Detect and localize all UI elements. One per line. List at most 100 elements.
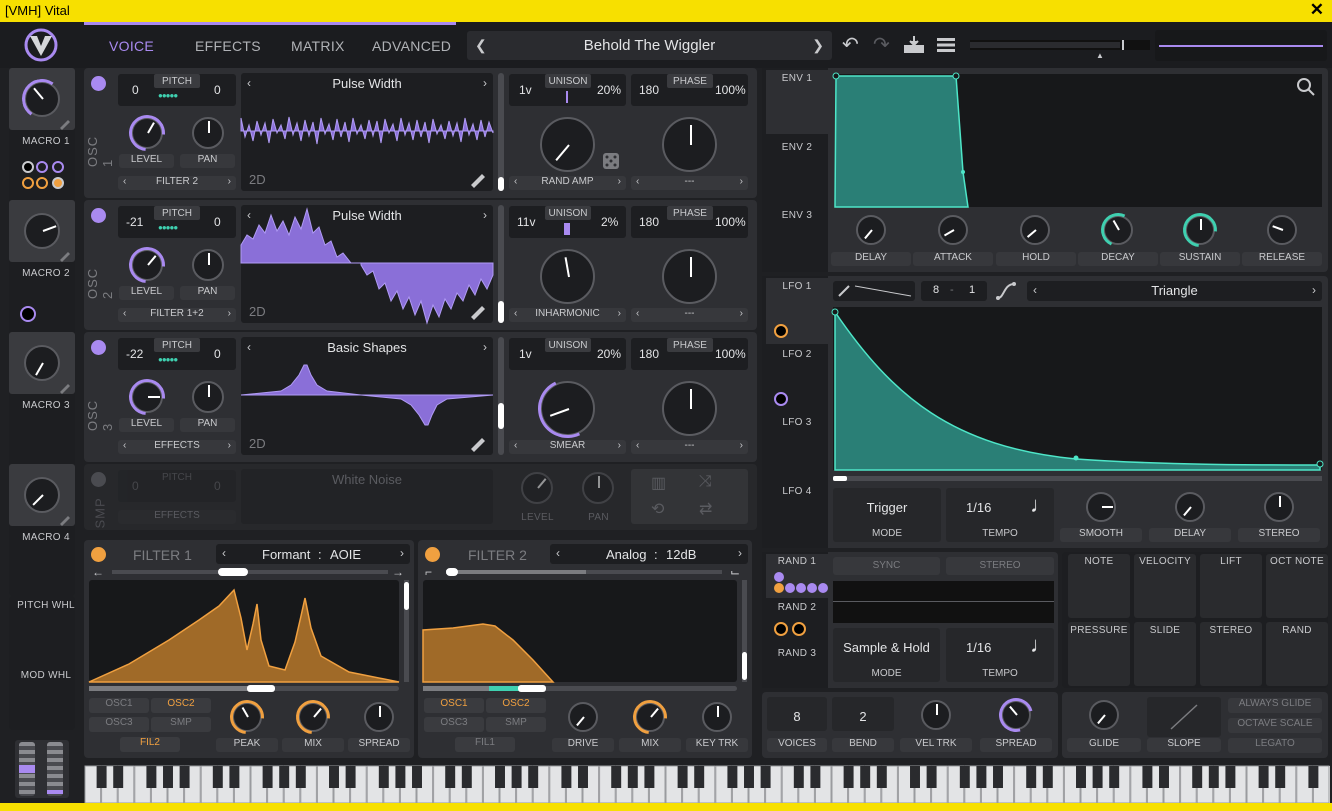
save-icon[interactable] (904, 36, 924, 54)
osc-1-warp-select[interactable]: ‹ RAND AMP › (509, 176, 626, 190)
black-key[interactable] (528, 766, 539, 788)
lfo-delay-knob[interactable] (1175, 492, 1205, 522)
legato-toggle[interactable]: LEGATO (1228, 738, 1322, 753)
env-2-tab[interactable]: ENV 2 (766, 142, 828, 153)
black-key[interactable] (627, 766, 638, 788)
lfo-grid-y[interactable]: 1 (969, 284, 975, 296)
black-key[interactable] (511, 766, 522, 788)
env-release-knob[interactable] (1267, 215, 1297, 245)
black-key[interactable] (146, 766, 157, 788)
lfo-4-tab[interactable]: LFO 4 (766, 486, 828, 497)
osc-2-pitch[interactable]: -21 PITCH ●●●●● 0 (118, 206, 236, 238)
bounce-icon[interactable]: ⇄ (699, 499, 712, 519)
osc-1-phase[interactable]: 180 PHASE 100% (631, 74, 748, 106)
osc-3-slider[interactable] (498, 337, 504, 455)
filter-1-src-osc1[interactable]: OSC1 (89, 698, 149, 713)
vel-trk-knob[interactable] (921, 700, 951, 730)
filter-2-keytrk-knob[interactable] (702, 702, 732, 732)
black-key[interactable] (727, 766, 738, 788)
osc-1-unison[interactable]: 1v UNISON 20% (509, 74, 626, 106)
macro-3-knob[interactable] (24, 345, 60, 381)
preset-browser[interactable]: ❮ Behold The Wiggler ❯ (467, 31, 832, 60)
lfo-grid-x[interactable]: 8 (933, 284, 939, 296)
macro-2-label[interactable]: MACRO 2 (9, 268, 83, 279)
black-key[interactable] (96, 766, 107, 788)
filter-1-cutoff[interactable] (89, 685, 399, 692)
black-key[interactable] (378, 766, 389, 788)
filter-1-spread-knob[interactable] (364, 702, 394, 732)
filter-1-blend[interactable] (112, 568, 388, 576)
osc-3-transpose[interactable]: -22 (126, 347, 143, 361)
filter-1-type[interactable]: ‹ Formant : AOIE › (216, 544, 410, 564)
glide-knob[interactable] (1089, 700, 1119, 730)
filter-2-response[interactable] (422, 580, 737, 683)
slope-display[interactable] (1147, 697, 1221, 737)
lfo-mode[interactable]: Trigger MODE (833, 488, 941, 542)
volume-marker-icon[interactable]: ▲ (1096, 51, 1104, 60)
lfo-phase-bar[interactable] (833, 476, 1322, 481)
sampler-enable[interactable] (91, 472, 106, 487)
tab-advanced[interactable]: ADVANCED (372, 38, 451, 54)
black-key[interactable] (810, 766, 821, 788)
black-key[interactable] (760, 766, 771, 788)
osc-1-pitch[interactable]: 0 PITCH ●●●●● 0 (118, 74, 236, 106)
octave-scale-toggle[interactable]: OCTAVE SCALE (1228, 718, 1322, 733)
black-key[interactable] (1192, 766, 1203, 788)
black-key[interactable] (578, 766, 588, 788)
black-key[interactable] (395, 766, 406, 788)
mod-slide[interactable]: SLIDE (1134, 622, 1196, 686)
rand-tempo[interactable]: 1/16 ♩ TEMPO (946, 628, 1054, 682)
rand-1-tab[interactable]: RAND 1 (766, 554, 828, 598)
black-key[interactable] (976, 766, 987, 788)
rand-2-tab[interactable]: RAND 2 (766, 602, 828, 613)
osc-3-enable[interactable] (91, 340, 106, 355)
lfo-paint-select[interactable] (833, 281, 915, 301)
osc-1-transpose[interactable]: 0 (132, 83, 139, 97)
sampler-destination[interactable]: EFFECTS (118, 510, 236, 524)
black-key[interactable] (744, 766, 754, 788)
osc-1-wavetable[interactable]: ‹ Pulse Width › 2D (240, 73, 494, 191)
black-key[interactable] (793, 766, 804, 788)
osc-2-phase[interactable]: 180 PHASE 100% (631, 206, 748, 238)
osc-1-warp2-select[interactable]: ‹ --- › (631, 176, 748, 190)
osc-3-phase[interactable]: 180 PHASE 100% (631, 338, 748, 370)
osc-3-pan-knob[interactable] (192, 381, 224, 413)
osc-3-unison-detune[interactable]: 20% (597, 347, 621, 361)
black-key[interactable] (329, 766, 339, 788)
edit-pencil-icon[interactable] (58, 512, 72, 526)
osc-3-warp2-knob[interactable] (662, 381, 717, 436)
osc-1-destination[interactable]: ‹ FILTER 2 › (118, 176, 236, 190)
osc-2-warp-knob[interactable] (540, 249, 595, 304)
osc-2-unison-voices[interactable]: 11v (517, 215, 535, 229)
black-key[interactable] (1208, 766, 1219, 788)
osc-3-unison-voices[interactable]: 1v (519, 347, 532, 361)
black-key[interactable] (860, 766, 871, 788)
black-key[interactable] (1308, 766, 1319, 788)
black-key[interactable] (561, 766, 572, 788)
osc-2-wavetable[interactable]: ‹ Pulse Width › 2D (240, 205, 494, 325)
filter-2-blend[interactable] (446, 568, 722, 576)
rand-3-tab[interactable]: RAND 3 (766, 648, 828, 659)
tab-matrix[interactable]: MATRIX (291, 38, 345, 54)
osc-1-tune[interactable]: 0 (214, 83, 221, 97)
filter-1-src-osc3[interactable]: OSC3 (89, 717, 149, 732)
osc-3-phase-value[interactable]: 180 (639, 347, 659, 361)
filter-2-src-smp[interactable]: SMP (486, 717, 546, 732)
voices-value[interactable]: 8 (767, 697, 827, 731)
mod-wheel-label[interactable]: MOD WHL (9, 670, 83, 681)
osc-1-dim[interactable]: 2D (249, 172, 266, 187)
filter-2-src-osc1[interactable]: OSC1 (424, 698, 484, 713)
always-glide-toggle[interactable]: ALWAYS GLIDE (1228, 698, 1322, 713)
osc-3-dim[interactable]: 2D (249, 436, 266, 451)
osc-2-warp2-select[interactable]: ‹ --- › (631, 308, 748, 322)
black-key[interactable] (1258, 766, 1269, 788)
black-key[interactable] (179, 766, 190, 788)
osc-1-slider[interactable] (498, 73, 504, 191)
black-key[interactable] (279, 766, 290, 788)
black-key[interactable] (1026, 766, 1037, 788)
black-key[interactable] (345, 766, 356, 788)
paint-brush-icon[interactable] (837, 284, 851, 298)
mod-note[interactable]: NOTE (1068, 554, 1130, 618)
black-key[interactable] (1275, 766, 1286, 788)
zoom-icon[interactable] (1297, 78, 1315, 96)
